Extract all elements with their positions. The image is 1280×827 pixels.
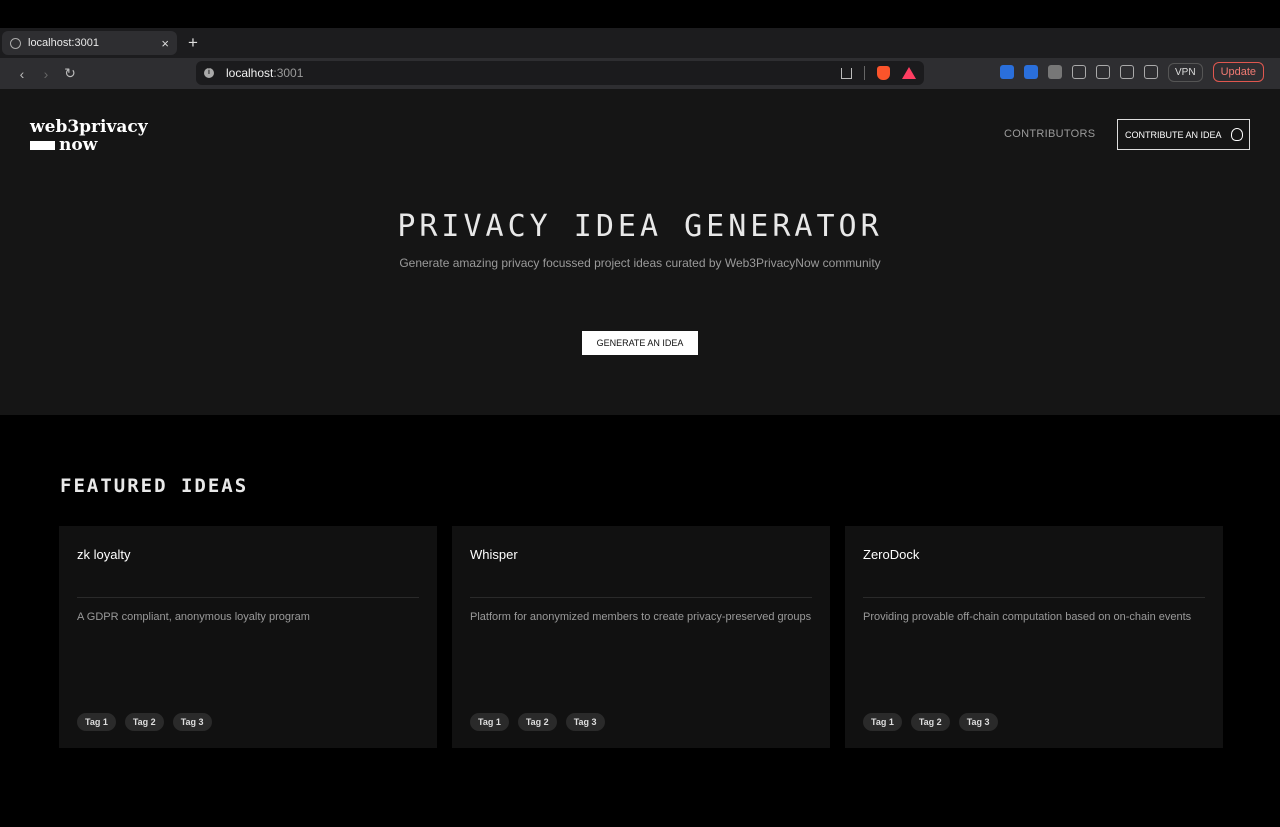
contribute-label: CONTRIBUTE AN IDEA (1125, 129, 1222, 140)
tag[interactable]: Tag 3 (565, 713, 605, 731)
word-extension-icon[interactable] (1048, 65, 1062, 79)
tag[interactable]: Tag 3 (958, 713, 998, 731)
brave-rewards-icon[interactable] (902, 67, 916, 79)
sidebar-icon[interactable] (1120, 65, 1134, 79)
tag[interactable]: Tag 2 (517, 713, 557, 731)
featured-section: FEATURED IDEAS zk loyalty A GDPR complia… (0, 415, 1280, 827)
forward-icon[interactable]: › (34, 66, 58, 82)
site-info-icon[interactable]: i (204, 68, 214, 78)
card-divider (77, 597, 419, 598)
share-icon[interactable] (841, 67, 852, 79)
tab-title: localhost:3001 (28, 37, 99, 49)
tag[interactable]: Tag 2 (124, 713, 164, 731)
card-divider (470, 597, 812, 598)
puzzle-icon[interactable] (1072, 65, 1086, 79)
card-title: Whisper (470, 547, 518, 562)
extensions-area: VPN Update (1000, 62, 1265, 82)
tag[interactable]: Tag 1 (470, 713, 509, 731)
card-tags: Tag 1 Tag 2 Tag 3 (470, 713, 605, 731)
idea-card[interactable]: zk loyalty A GDPR compliant, anonymous l… (59, 526, 437, 748)
contribute-idea-button[interactable]: CONTRIBUTE AN IDEA (1117, 119, 1250, 150)
site-logo[interactable]: web3privacy now (30, 118, 148, 154)
page-title: PRIVACY IDEA GENERATOR (397, 209, 883, 244)
brave-shields-icon[interactable] (877, 66, 890, 80)
vpn-button[interactable]: VPN (1168, 62, 1203, 82)
github-icon (1230, 128, 1243, 141)
close-tab-icon[interactable]: × (161, 36, 169, 51)
card-title: zk loyalty (77, 547, 131, 562)
idea-cards: zk loyalty A GDPR compliant, anonymous l… (59, 526, 1223, 748)
translate-extension-icon[interactable] (1024, 65, 1038, 79)
address-bar[interactable]: i localhost :3001 (196, 61, 924, 85)
back-icon[interactable]: ‹ (10, 66, 34, 82)
extension-icon[interactable] (1000, 65, 1014, 79)
nav-contributors-link[interactable]: CONTRIBUTORS (1004, 128, 1095, 140)
page-subtitle: Generate amazing privacy focussed projec… (399, 256, 881, 270)
card-title: ZeroDock (863, 547, 920, 562)
logo-line-2: now (59, 135, 98, 155)
tab-bar: localhost:3001 × + (0, 28, 1280, 58)
logo-bar (30, 141, 55, 150)
card-description: Providing provable off-chain computation… (863, 611, 1192, 623)
card-description: Platform for anonymized members to creat… (470, 611, 812, 623)
logo-line-1: web3privacy (30, 117, 148, 137)
url-host: localhost (226, 66, 274, 80)
tag[interactable]: Tag 1 (863, 713, 902, 731)
divider (864, 66, 865, 80)
screen-top-bar (0, 0, 1280, 28)
card-description: A GDPR compliant, anonymous loyalty prog… (77, 611, 310, 623)
update-button[interactable]: Update (1212, 62, 1265, 82)
new-tab-button[interactable]: + (188, 33, 198, 53)
card-divider (863, 597, 1205, 598)
tag[interactable]: Tag 3 (172, 713, 212, 731)
card-tags: Tag 1 Tag 2 Tag 3 (77, 713, 212, 731)
tag[interactable]: Tag 1 (77, 713, 116, 731)
section-title: FEATURED IDEAS (60, 475, 249, 497)
browser-tab[interactable]: localhost:3001 × (2, 31, 177, 55)
music-icon[interactable] (1096, 65, 1110, 79)
globe-icon (10, 37, 21, 49)
idea-card[interactable]: Whisper Platform for anonymized members … (452, 526, 830, 748)
web-page: web3privacy now CONTRIBUTORS CONTRIBUTE … (0, 89, 1280, 827)
hero-section: web3privacy now CONTRIBUTORS CONTRIBUTE … (0, 89, 1280, 415)
reload-icon[interactable]: ↻ (58, 65, 82, 82)
idea-card[interactable]: ZeroDock Providing provable off-chain co… (845, 526, 1223, 748)
address-bar-actions (841, 66, 916, 80)
url-port: :3001 (273, 66, 304, 80)
tag[interactable]: Tag 2 (910, 713, 950, 731)
card-tags: Tag 1 Tag 2 Tag 3 (863, 713, 998, 731)
generate-idea-button[interactable]: GENERATE AN IDEA (582, 331, 698, 355)
wallet-icon[interactable] (1144, 65, 1158, 79)
